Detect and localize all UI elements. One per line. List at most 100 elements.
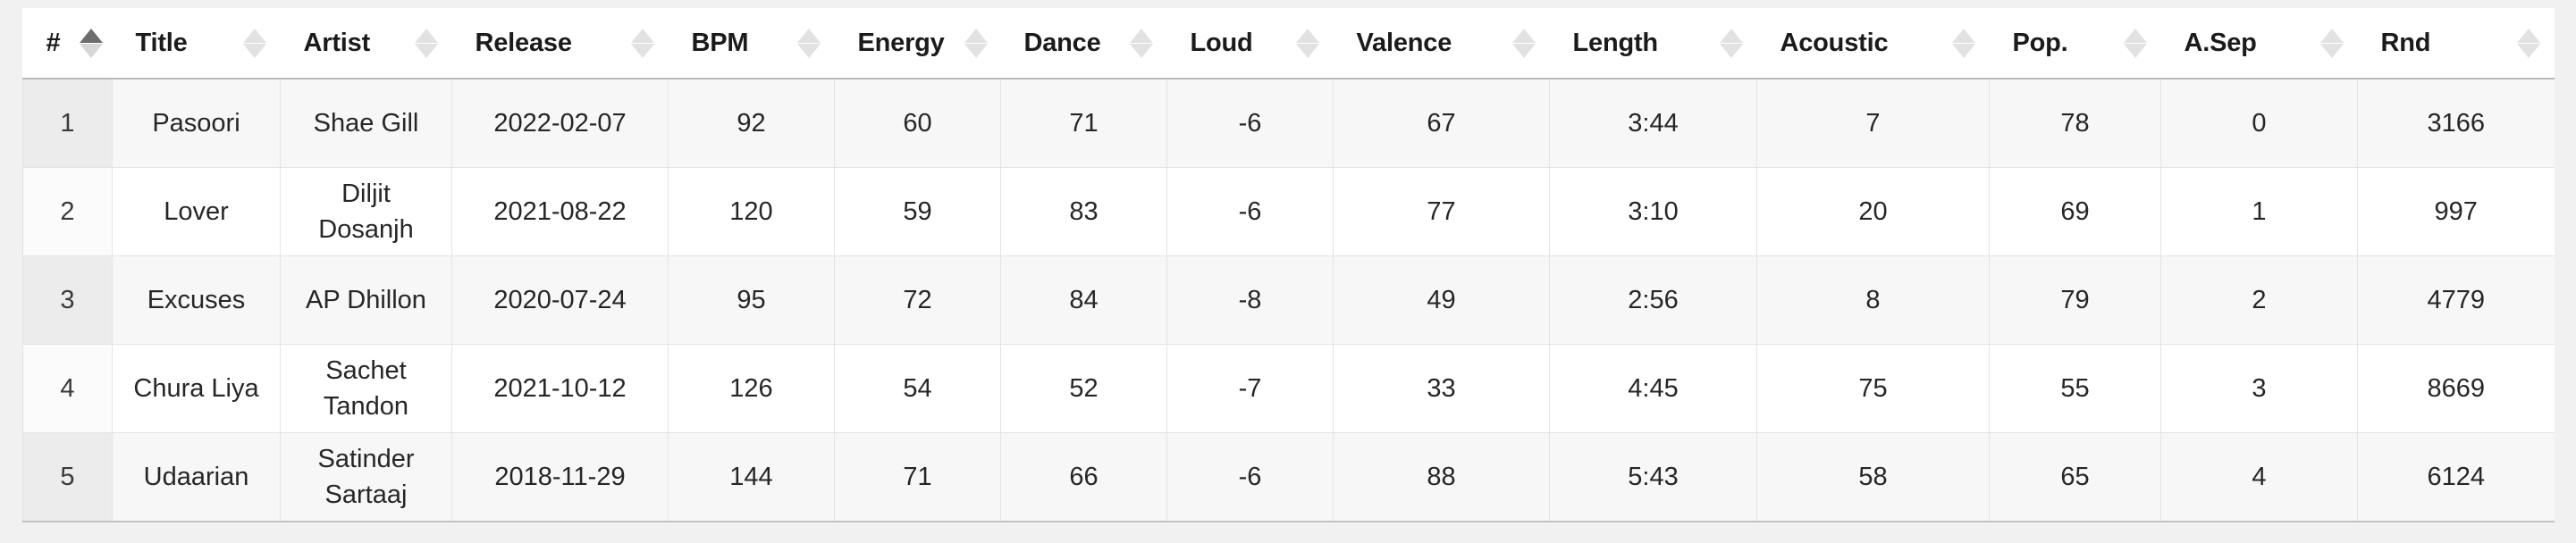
cell-loud: -7 — [1166, 344, 1334, 433]
cell-artist: Sachet Tandon — [280, 344, 452, 433]
cell-bpm: 144 — [668, 432, 835, 522]
column-header-pop-label: Pop. — [2012, 28, 2068, 57]
cell-acoustic: 8 — [1756, 255, 1990, 345]
table-row[interactable]: 3 Excuses AP Dhillon 2020-07-24 95 72 84… — [22, 255, 2555, 345]
cell-loud: -6 — [1166, 432, 1334, 522]
sort-icon[interactable] — [1493, 28, 1541, 58]
column-header-asep-label: A.Sep — [2184, 28, 2257, 57]
cell-artist: AP Dhillon — [280, 255, 452, 345]
cell-asep: 1 — [2160, 167, 2358, 256]
column-header-rnd[interactable]: Rnd — [2357, 8, 2555, 79]
cell-pop: 78 — [1989, 79, 2161, 168]
table-row[interactable]: 5 Udaarian Satinder Sartaaj 2018-11-29 1… — [22, 432, 2555, 522]
sort-icon[interactable] — [2301, 28, 2349, 58]
cell-dance: 52 — [1000, 344, 1167, 433]
cell-energy: 59 — [834, 167, 1001, 256]
column-header-energy[interactable]: Energy — [834, 8, 1001, 79]
cell-energy: 60 — [834, 79, 1001, 168]
sort-icon[interactable] — [2104, 28, 2152, 58]
table-row[interactable]: 2 Lover Diljit Dosanjh 2021-08-22 120 59… — [22, 167, 2555, 256]
cell-valence: 77 — [1333, 167, 1550, 256]
sort-icon[interactable] — [778, 28, 826, 58]
sort-icon[interactable] — [395, 28, 443, 58]
table-header: # Title Artist Release BPM Energy Dance … — [22, 8, 2555, 79]
sort-icon[interactable] — [1276, 28, 1325, 58]
sort-icon[interactable] — [1700, 28, 1748, 58]
sort-icon[interactable] — [2497, 28, 2546, 58]
cell-index: 4 — [22, 344, 113, 433]
column-header-acoustic[interactable]: Acoustic — [1756, 8, 1990, 79]
column-header-length[interactable]: Length — [1549, 8, 1757, 79]
column-header-bpm[interactable]: BPM — [668, 8, 835, 79]
cell-artist: Satinder Sartaaj — [280, 432, 452, 522]
cell-title: Chura Liya — [112, 344, 281, 433]
column-header-artist[interactable]: Artist — [280, 8, 452, 79]
cell-title: Excuses — [112, 255, 281, 345]
cell-dance: 84 — [1000, 255, 1167, 345]
cell-asep: 0 — [2160, 79, 2358, 168]
sort-icon[interactable] — [1932, 28, 1981, 58]
cell-title: Lover — [112, 167, 281, 256]
cell-release: 2022-02-07 — [451, 79, 669, 168]
cell-loud: -6 — [1166, 79, 1334, 168]
column-header-bpm-label: BPM — [691, 28, 749, 57]
cell-index: 1 — [22, 79, 113, 168]
cell-pop: 65 — [1989, 432, 2161, 522]
cell-length: 3:44 — [1549, 79, 1757, 168]
cell-bpm: 92 — [668, 79, 835, 168]
table-header-row: # Title Artist Release BPM Energy Dance … — [22, 8, 2555, 79]
cell-loud: -8 — [1166, 255, 1334, 345]
column-header-loud[interactable]: Loud — [1166, 8, 1334, 79]
column-header-valence[interactable]: Valence — [1333, 8, 1550, 79]
cell-rnd: 6124 — [2357, 432, 2555, 522]
column-header-dance[interactable]: Dance — [1000, 8, 1167, 79]
cell-bpm: 95 — [668, 255, 835, 345]
cell-release: 2020-07-24 — [451, 255, 669, 345]
sort-icon[interactable] — [945, 28, 993, 58]
column-header-loud-label: Loud — [1190, 28, 1253, 57]
column-header-valence-label: Valence — [1356, 28, 1452, 57]
cell-pop: 55 — [1989, 344, 2161, 433]
sort-icon[interactable] — [611, 28, 660, 58]
cell-valence: 88 — [1333, 432, 1550, 522]
table-row[interactable]: 4 Chura Liya Sachet Tandon 2021-10-12 12… — [22, 344, 2555, 433]
cell-acoustic: 7 — [1756, 79, 1990, 168]
column-header-asep[interactable]: A.Sep — [2160, 8, 2358, 79]
cell-bpm: 126 — [668, 344, 835, 433]
table-body: 1 Pasoori Shae Gill 2022-02-07 92 60 71 … — [22, 79, 2555, 522]
cell-rnd: 3166 — [2357, 79, 2555, 168]
cell-asep: 3 — [2160, 344, 2358, 433]
cell-acoustic: 75 — [1756, 344, 1990, 433]
cell-valence: 33 — [1333, 344, 1550, 433]
column-header-index[interactable]: # — [22, 8, 113, 79]
column-header-title[interactable]: Title — [112, 8, 281, 79]
cell-title: Pasoori — [112, 79, 281, 168]
cell-length: 4:45 — [1549, 344, 1757, 433]
cell-rnd: 997 — [2357, 167, 2555, 256]
sort-ascending-icon[interactable] — [60, 28, 108, 58]
cell-dance: 83 — [1000, 167, 1167, 256]
sort-icon[interactable] — [223, 28, 272, 58]
column-header-release[interactable]: Release — [451, 8, 669, 79]
cell-index: 3 — [22, 255, 113, 345]
cell-length: 3:10 — [1549, 167, 1757, 256]
table-row[interactable]: 1 Pasoori Shae Gill 2022-02-07 92 60 71 … — [22, 79, 2555, 168]
cell-release: 2018-11-29 — [451, 432, 669, 522]
cell-index: 2 — [22, 167, 113, 256]
cell-asep: 2 — [2160, 255, 2358, 345]
cell-title: Udaarian — [112, 432, 281, 522]
sort-icon[interactable] — [1110, 28, 1158, 58]
cell-release: 2021-10-12 — [451, 344, 669, 433]
column-header-dance-label: Dance — [1023, 28, 1101, 57]
songs-table: # Title Artist Release BPM Energy Dance … — [22, 8, 2555, 522]
column-header-release-label: Release — [475, 28, 572, 57]
column-header-title-label: Title — [135, 28, 188, 57]
songs-table-container: # Title Artist Release BPM Energy Dance … — [22, 8, 2555, 522]
cell-pop: 69 — [1989, 167, 2161, 256]
cell-valence: 49 — [1333, 255, 1550, 345]
column-header-length-label: Length — [1572, 28, 1659, 57]
column-header-pop[interactable]: Pop. — [1989, 8, 2161, 79]
cell-dance: 66 — [1000, 432, 1167, 522]
column-header-artist-label: Artist — [303, 28, 371, 57]
cell-release: 2021-08-22 — [451, 167, 669, 256]
